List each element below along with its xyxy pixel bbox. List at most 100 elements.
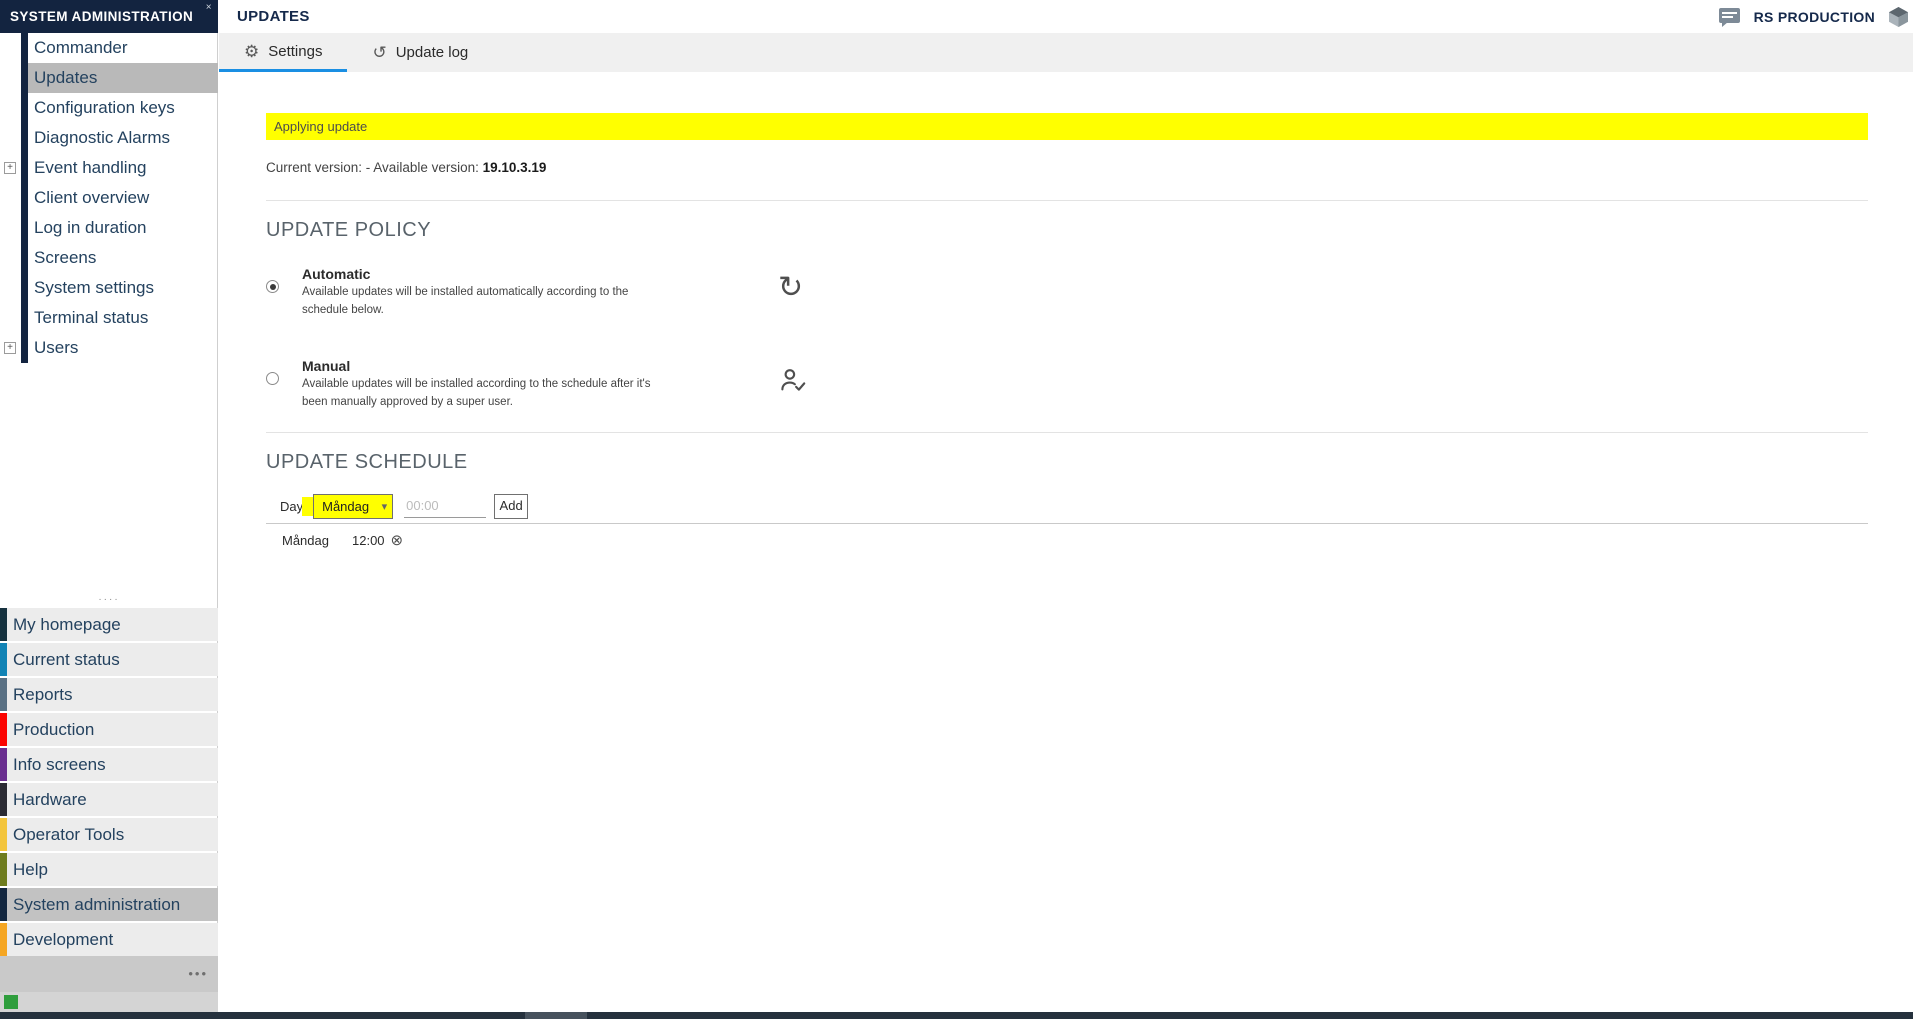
divider [266, 200, 1868, 201]
module-item-reports[interactable]: Reports [0, 678, 218, 711]
module-item-label: Help [13, 860, 48, 879]
sidebar-item-diagnostic-alarms[interactable]: Diagnostic Alarms [28, 123, 218, 153]
tab-strip: ⚙ Settings ↺ Update log [219, 33, 1913, 72]
refresh-icon: ↻ [778, 273, 803, 303]
user-check-icon [778, 357, 808, 395]
expand-plus-icon[interactable]: + [4, 342, 16, 354]
expand-plus-icon[interactable]: + [4, 162, 16, 174]
day-select[interactable]: Måndag ▾ [313, 494, 393, 519]
module-item-info-screens[interactable]: Info screens [0, 748, 218, 781]
brand-logo-icon[interactable] [1888, 6, 1909, 28]
time-input[interactable] [404, 494, 486, 518]
current-version-label: Current version: [266, 160, 366, 175]
sidebar-item-configuration-keys[interactable]: Configuration keys [28, 93, 218, 123]
module-item-label: Production [13, 720, 94, 739]
policy-option-manual: Manual Available updates will be install… [266, 357, 1868, 411]
module-item-current-status[interactable]: Current status [0, 643, 218, 676]
sidebar-item-label: Diagnostic Alarms [34, 128, 170, 147]
sidebar-item-updates[interactable]: Updates [28, 63, 218, 93]
sidebar-item-client-overview[interactable]: Client overview [28, 183, 218, 213]
sidebar-item-terminal-status[interactable]: Terminal status [28, 303, 218, 333]
module-color-bar [0, 923, 7, 956]
policy-option-automatic: Automatic Available updates will be inst… [266, 265, 1868, 319]
sidebar-item-event-handling[interactable]: + Event handling [28, 153, 218, 183]
add-button[interactable]: Add [494, 494, 528, 519]
sidebar-item-label: Client overview [34, 188, 149, 207]
module-item-hardware[interactable]: Hardware [0, 783, 218, 816]
tab-label: Settings [268, 43, 322, 60]
module-item-label: System administration [13, 895, 180, 914]
tab-settings[interactable]: ⚙ Settings [219, 33, 347, 72]
option-description: Available updates will be installed auto… [302, 284, 778, 319]
update-policy-heading: UPDATE POLICY [266, 217, 1868, 243]
chat-icon[interactable] [1718, 7, 1741, 27]
module-color-bar [0, 818, 7, 851]
option-name: Manual [302, 357, 778, 376]
module-item-operator-tools[interactable]: Operator Tools [0, 818, 218, 851]
module-color-bar [0, 783, 7, 816]
settings-panel: Applying update Current version: - Avail… [219, 72, 1913, 1012]
automatic-radio[interactable] [266, 280, 279, 293]
sidebar-item-label: Updates [34, 68, 97, 87]
module-color-bar [0, 853, 7, 886]
available-version-label: - Available version: [366, 160, 483, 175]
sidebar-item-label: Log in duration [34, 218, 146, 237]
remove-entry-icon[interactable]: ⊗ [391, 533, 404, 548]
schedule-entry-row: Måndag 12:00 ⊗ [282, 533, 1868, 548]
module-item-label: Reports [13, 685, 73, 704]
module-color-bar [0, 748, 7, 781]
divider [266, 432, 1868, 433]
titlebar: SYSTEM ADMINISTRATION × UPDATES RS PRODU… [0, 0, 1913, 33]
brand-name: RS PRODUCTION [1754, 9, 1875, 25]
sidebar-item-label: Commander [34, 38, 128, 57]
admin-nav: Commander Updates Configuration keys Dia… [28, 33, 218, 363]
highlight-overlay [302, 497, 313, 516]
gear-icon: ⚙ [244, 43, 259, 60]
sidebar-item-log-in-duration[interactable]: Log in duration [28, 213, 218, 243]
module-item-label: Operator Tools [13, 825, 124, 844]
tab-label: Update log [396, 44, 469, 61]
close-icon[interactable]: × [206, 2, 212, 14]
available-version-value: 19.10.3.19 [483, 160, 547, 175]
applying-update-banner: Applying update [266, 113, 1868, 140]
version-line: Current version: - Available version: 19… [266, 157, 1868, 179]
module-color-bar [0, 643, 7, 676]
sidebar-item-screens[interactable]: Screens [28, 243, 218, 273]
status-indicator [4, 995, 18, 1009]
module-item-production[interactable]: Production [0, 713, 218, 746]
sidebar-item-label: Event handling [34, 158, 146, 177]
option-name: Automatic [302, 265, 778, 284]
day-select-wrap: Måndag ▾ [313, 494, 393, 519]
option-text: Automatic Available updates will be inst… [302, 265, 778, 319]
module-color-bar [0, 713, 7, 746]
option-text: Manual Available updates will be install… [302, 357, 778, 411]
main-area: ⚙ Settings ↺ Update log Applying update … [219, 33, 1913, 1012]
module-item-system-administration[interactable]: System administration [0, 888, 218, 921]
day-label: Day [280, 499, 303, 514]
manual-radio[interactable] [266, 372, 279, 385]
overflow-ellipsis-icon[interactable]: ••• [188, 966, 208, 981]
module-item-development[interactable]: Development [0, 923, 218, 956]
module-item-help[interactable]: Help [0, 853, 218, 886]
bottom-bar-segment [525, 1012, 587, 1019]
entry-time: 12:00 [352, 533, 385, 548]
bottom-bar [0, 1012, 1913, 1019]
module-item-label: Development [13, 930, 113, 949]
page-title: UPDATES [237, 0, 310, 33]
left-sidebar: Commander Updates Configuration keys Dia… [0, 33, 218, 1012]
sidebar-item-system-settings[interactable]: System settings [28, 273, 218, 303]
module-item-my-homepage[interactable]: My homepage [0, 608, 218, 641]
divider [266, 523, 1868, 524]
sidebar-item-commander[interactable]: Commander [28, 33, 218, 63]
sidebar-item-label: Configuration keys [34, 98, 175, 117]
sidebar-footer: ••• [0, 956, 218, 992]
module-item-label: My homepage [13, 615, 121, 634]
tab-update-log[interactable]: ↺ Update log [347, 33, 493, 72]
option-description: Available updates will be installed acco… [302, 376, 778, 411]
module-nav: My homepage Current status Reports Produ… [0, 608, 218, 958]
sidebar-item-users[interactable]: + Users [28, 333, 218, 363]
banner-text: Applying update [274, 119, 367, 134]
module-color-bar [0, 608, 7, 641]
sidebar-splitter-handle[interactable]: ···· [0, 595, 218, 607]
update-schedule-heading: UPDATE SCHEDULE [266, 449, 1868, 475]
